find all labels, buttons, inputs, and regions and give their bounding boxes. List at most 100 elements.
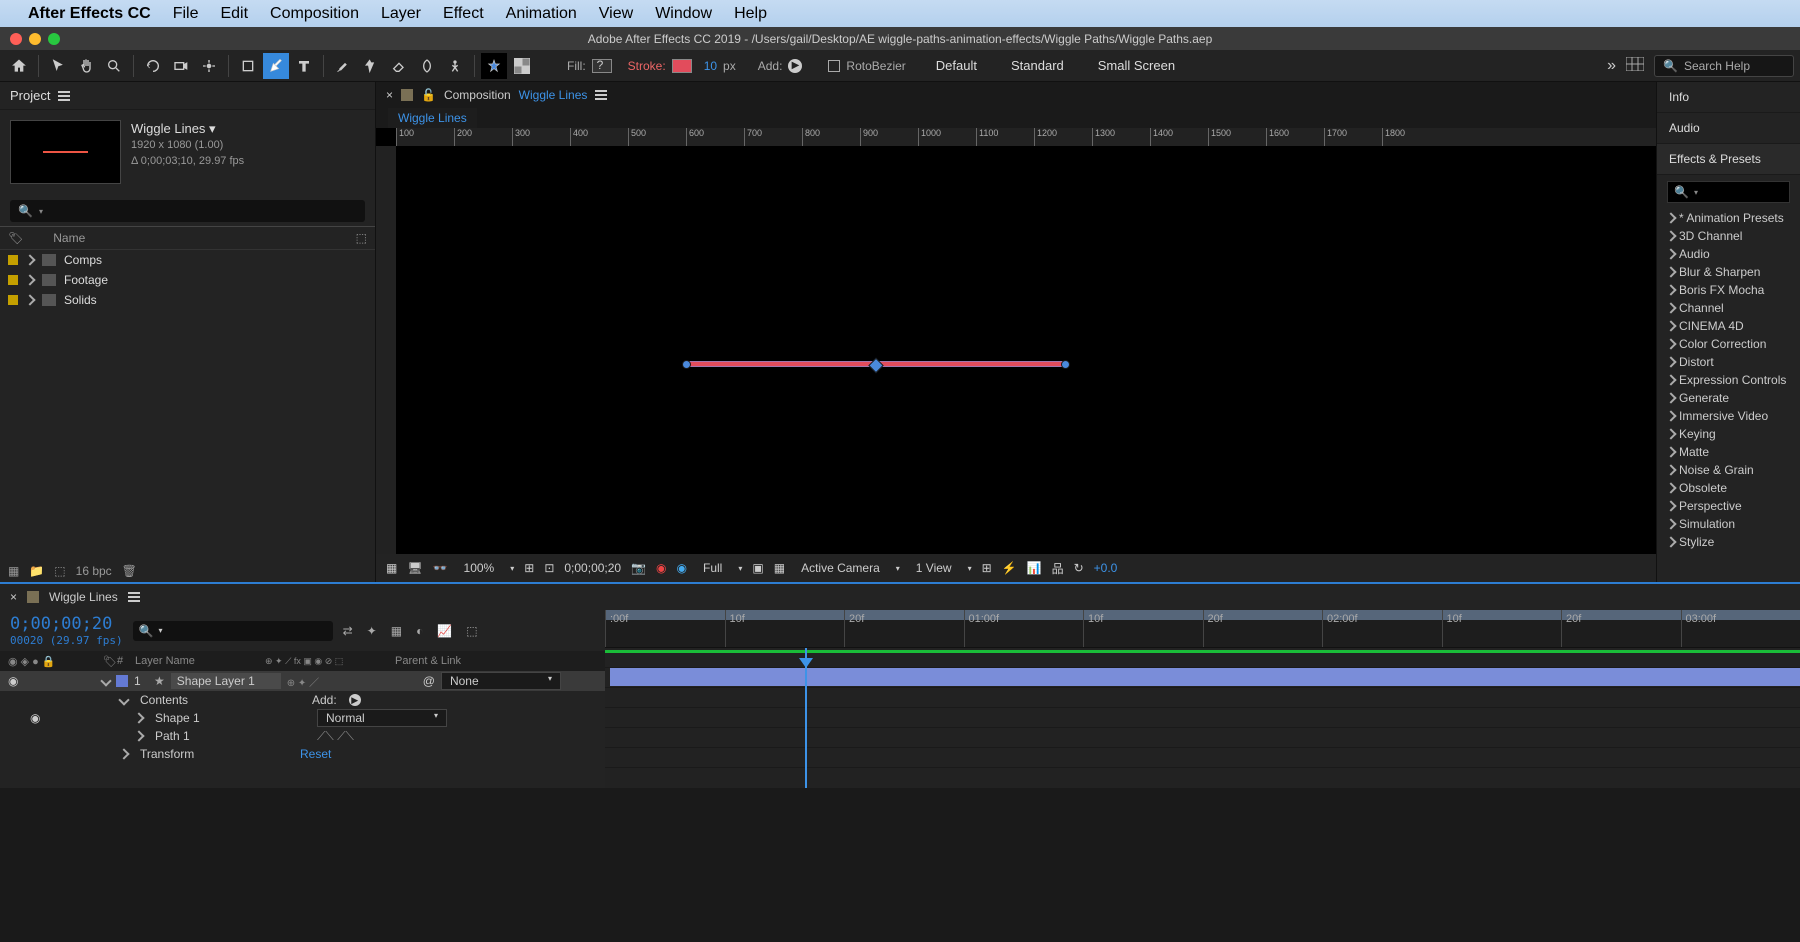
search-help-input[interactable]: 🔍Search Help (1654, 55, 1794, 77)
roi-icon[interactable]: ▣ (752, 561, 763, 575)
clone-tool-icon[interactable] (358, 53, 384, 79)
menu-animation[interactable]: Animation (506, 5, 577, 23)
composition-stage[interactable] (396, 146, 1656, 554)
text-tool-icon[interactable] (291, 53, 317, 79)
pen-tool-icon[interactable] (263, 53, 289, 79)
menu-edit[interactable]: Edit (220, 5, 248, 23)
layer-duration-bar[interactable] (605, 668, 1800, 688)
snap-icon[interactable] (509, 53, 535, 79)
viewer-subtab[interactable]: Wiggle Lines (388, 108, 477, 128)
menu-file[interactable]: File (173, 5, 199, 23)
track-row[interactable] (605, 688, 1800, 708)
zoom-select[interactable]: 100% (458, 559, 501, 577)
home-icon[interactable] (6, 53, 32, 79)
guides-icon[interactable]: ⊡ (544, 561, 554, 575)
orbit-tool-icon[interactable] (140, 53, 166, 79)
track-row[interactable] (605, 708, 1800, 728)
preset-category[interactable]: Expression Controls (1657, 371, 1800, 389)
shy-icon[interactable]: ✦ (367, 624, 377, 638)
preset-category[interactable]: Immersive Video (1657, 407, 1800, 425)
time-ruler[interactable]: :00f10f20f01:00f10f20f02:00f10f20f03:00f (605, 610, 1800, 648)
lock-icon[interactable]: 🔓 (421, 88, 436, 102)
channel-icon[interactable]: ◉ (656, 561, 666, 575)
new-folder-icon[interactable]: 📁 (29, 564, 44, 578)
folder-footage[interactable]: Footage (0, 270, 375, 290)
views-select[interactable]: 1 View (910, 559, 958, 577)
puppet-tool-icon[interactable] (442, 53, 468, 79)
viewer-comp-name[interactable]: Wiggle Lines (519, 88, 588, 102)
maximize-window-icon[interactable] (48, 33, 60, 45)
selection-tool-icon[interactable] (45, 53, 71, 79)
twirl-icon[interactable] (133, 730, 144, 741)
audio-panel-header[interactable]: Audio (1657, 113, 1800, 144)
trash-icon[interactable]: 🗑 (122, 564, 137, 578)
stroke-width[interactable]: 10 (704, 59, 717, 73)
label-icon[interactable]: 🏷 (103, 655, 117, 668)
motion-blur-icon[interactable]: ◐ (416, 624, 423, 638)
roto-tool-icon[interactable] (414, 53, 440, 79)
twirl-icon[interactable] (118, 694, 129, 705)
preset-category[interactable]: 3D Channel (1657, 227, 1800, 245)
project-title[interactable]: Project (10, 88, 50, 103)
graph-editor-icon[interactable]: 📈 (437, 624, 452, 638)
folder-comps[interactable]: Comps (0, 250, 375, 270)
preset-category[interactable]: CINEMA 4D (1657, 317, 1800, 335)
camera-select[interactable]: Active Camera (795, 559, 886, 577)
new-comp-icon[interactable]: ⬚ (54, 564, 65, 578)
fast-preview-icon[interactable]: ⚡ (1002, 561, 1017, 575)
eraser-tool-icon[interactable] (386, 53, 412, 79)
overflow-icon[interactable]: » (1607, 57, 1616, 75)
timeline-icon[interactable]: 📊 (1027, 561, 1042, 575)
frame-blend-icon[interactable]: ▦ (391, 624, 402, 638)
project-search[interactable]: 🔍▾ (10, 200, 365, 222)
alpha-icon[interactable]: ▦ (386, 561, 397, 575)
rotobezier-checkbox[interactable] (828, 60, 840, 72)
layer-switches[interactable]: ⊕ ✦ ／ (287, 674, 417, 689)
contents-row[interactable]: Contents Add: ▶ (0, 691, 605, 709)
add-button-icon[interactable]: ▶ (788, 59, 802, 73)
close-tab-icon[interactable]: × (386, 88, 393, 102)
workspace-default[interactable]: Default (922, 54, 991, 77)
layer-row[interactable]: ◉ 1 ★ Shape Layer 1 ⊕ ✦ ／ @ None▾ (0, 671, 605, 691)
preset-category[interactable]: Channel (1657, 299, 1800, 317)
comp-mini-icon[interactable]: ⇄ (343, 624, 353, 638)
preset-category[interactable]: Distort (1657, 353, 1800, 371)
toolbar-grid-icon[interactable] (1626, 57, 1644, 74)
playhead[interactable] (805, 648, 807, 788)
interpret-icon[interactable]: ▦ (8, 564, 19, 578)
app-name[interactable]: After Effects CC (28, 5, 151, 23)
flowchart-icon[interactable]: ⬚ (356, 231, 367, 245)
track-row[interactable] (605, 728, 1800, 748)
preset-search[interactable]: 🔍▾ (1667, 181, 1790, 203)
transparency-icon[interactable]: ▦ (774, 561, 785, 575)
camera-tool-icon[interactable] (168, 53, 194, 79)
transform-row[interactable]: Transform Reset (0, 745, 605, 763)
col-name[interactable]: Name (53, 231, 85, 245)
menu-layer[interactable]: Layer (381, 5, 421, 23)
info-panel-header[interactable]: Info (1657, 82, 1800, 113)
pan-behind-tool-icon[interactable] (196, 53, 222, 79)
preset-category[interactable]: Perspective (1657, 497, 1800, 515)
grid-icon[interactable]: ⊞ (524, 561, 534, 575)
pixel-aspect-icon[interactable]: ⊞ (982, 561, 992, 575)
close-window-icon[interactable] (10, 33, 22, 45)
vr-icon[interactable]: 👓 (433, 561, 448, 575)
panel-menu-icon[interactable] (595, 88, 607, 102)
visibility-icon[interactable]: ◉ (8, 674, 18, 688)
workspace-standard[interactable]: Standard (997, 54, 1078, 77)
colormgmt-icon[interactable]: ◉ (677, 561, 687, 575)
path-shape-icon[interactable]: ⟋⟍ ⟋⟍ (317, 729, 354, 744)
display-icon[interactable]: 🖥 (407, 561, 422, 575)
pickwhip-icon[interactable]: @ (423, 674, 435, 688)
preset-category[interactable]: Keying (1657, 425, 1800, 443)
blend-mode-dropdown[interactable]: Normal▾ (317, 709, 447, 727)
twirl-icon[interactable] (118, 748, 129, 759)
comp-name[interactable]: Wiggle Lines ▾ (131, 120, 244, 138)
snapshot-icon[interactable]: 📷 (631, 561, 646, 575)
brush-tool-icon[interactable] (330, 53, 356, 79)
menu-effect[interactable]: Effect (443, 5, 484, 23)
minimize-window-icon[interactable] (29, 33, 41, 45)
twirl-icon[interactable] (100, 675, 111, 686)
path-anchor-handle[interactable] (868, 358, 884, 374)
timeline-tab[interactable]: Wiggle Lines (49, 590, 118, 604)
